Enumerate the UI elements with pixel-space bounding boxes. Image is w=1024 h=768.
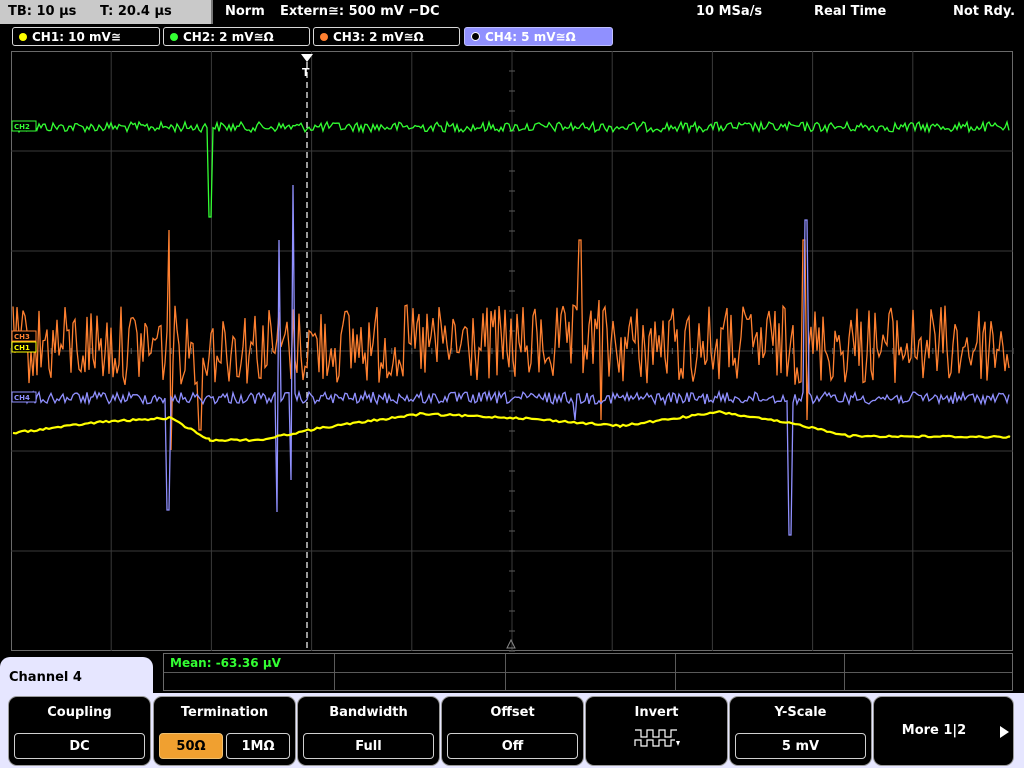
invert-softkey[interactable]: Invert <box>585 696 728 766</box>
yscale-value[interactable]: 5 mV <box>735 733 866 759</box>
more-softkey[interactable]: More 1|2 <box>873 696 1014 766</box>
offset-value[interactable]: Off <box>447 733 578 759</box>
measurement-panel: Mean: -63.36 µV <box>163 653 1013 691</box>
coupling-softkey[interactable]: Coupling DC <box>8 696 151 766</box>
yscale-softkey[interactable]: Y-Scale 5 mV <box>729 696 872 766</box>
ch2-level-marker: CH2 <box>11 120 37 132</box>
offset-softkey[interactable]: Offset Off <box>441 696 584 766</box>
termination-title: Termination <box>180 705 269 720</box>
bandwidth-title: Bandwidth <box>329 705 408 720</box>
bandwidth-value[interactable]: Full <box>303 733 434 759</box>
svg-text:CH4: CH4 <box>14 394 30 402</box>
termination-50ohm-option[interactable]: 50Ω <box>159 733 223 759</box>
coupling-title: Coupling <box>47 705 112 720</box>
termination-1mohm-option[interactable]: 1MΩ <box>226 733 290 759</box>
svg-text:CH3: CH3 <box>14 333 30 341</box>
bandwidth-softkey[interactable]: Bandwidth Full <box>297 696 440 766</box>
ch3-level-marker: CH3 <box>11 330 37 342</box>
mean-measurement: Mean: -63.36 µV <box>170 656 281 670</box>
ch1-level-marker: CH1 <box>11 341 37 353</box>
svg-text:CH1: CH1 <box>14 344 30 352</box>
more-label: More 1|2 <box>901 723 967 738</box>
ch4-level-marker: CH4 <box>11 391 37 403</box>
center-marker-icon <box>506 638 516 649</box>
coupling-value[interactable]: DC <box>14 733 145 759</box>
play-arrow-icon <box>1000 726 1009 738</box>
trigger-marker: T <box>302 66 310 79</box>
termination-softkey[interactable]: Termination 50Ω 1MΩ <box>153 696 296 766</box>
svg-text:CH2: CH2 <box>14 123 30 131</box>
ch2-waveform <box>12 119 1010 218</box>
invert-pulse-icon <box>634 729 680 747</box>
offset-title: Offset <box>490 705 535 720</box>
softkey-bar: Coupling DC Termination 50Ω 1MΩ Bandwidt… <box>0 693 1024 768</box>
yscale-title: Y-Scale <box>774 705 827 720</box>
invert-title: Invert <box>634 705 679 720</box>
